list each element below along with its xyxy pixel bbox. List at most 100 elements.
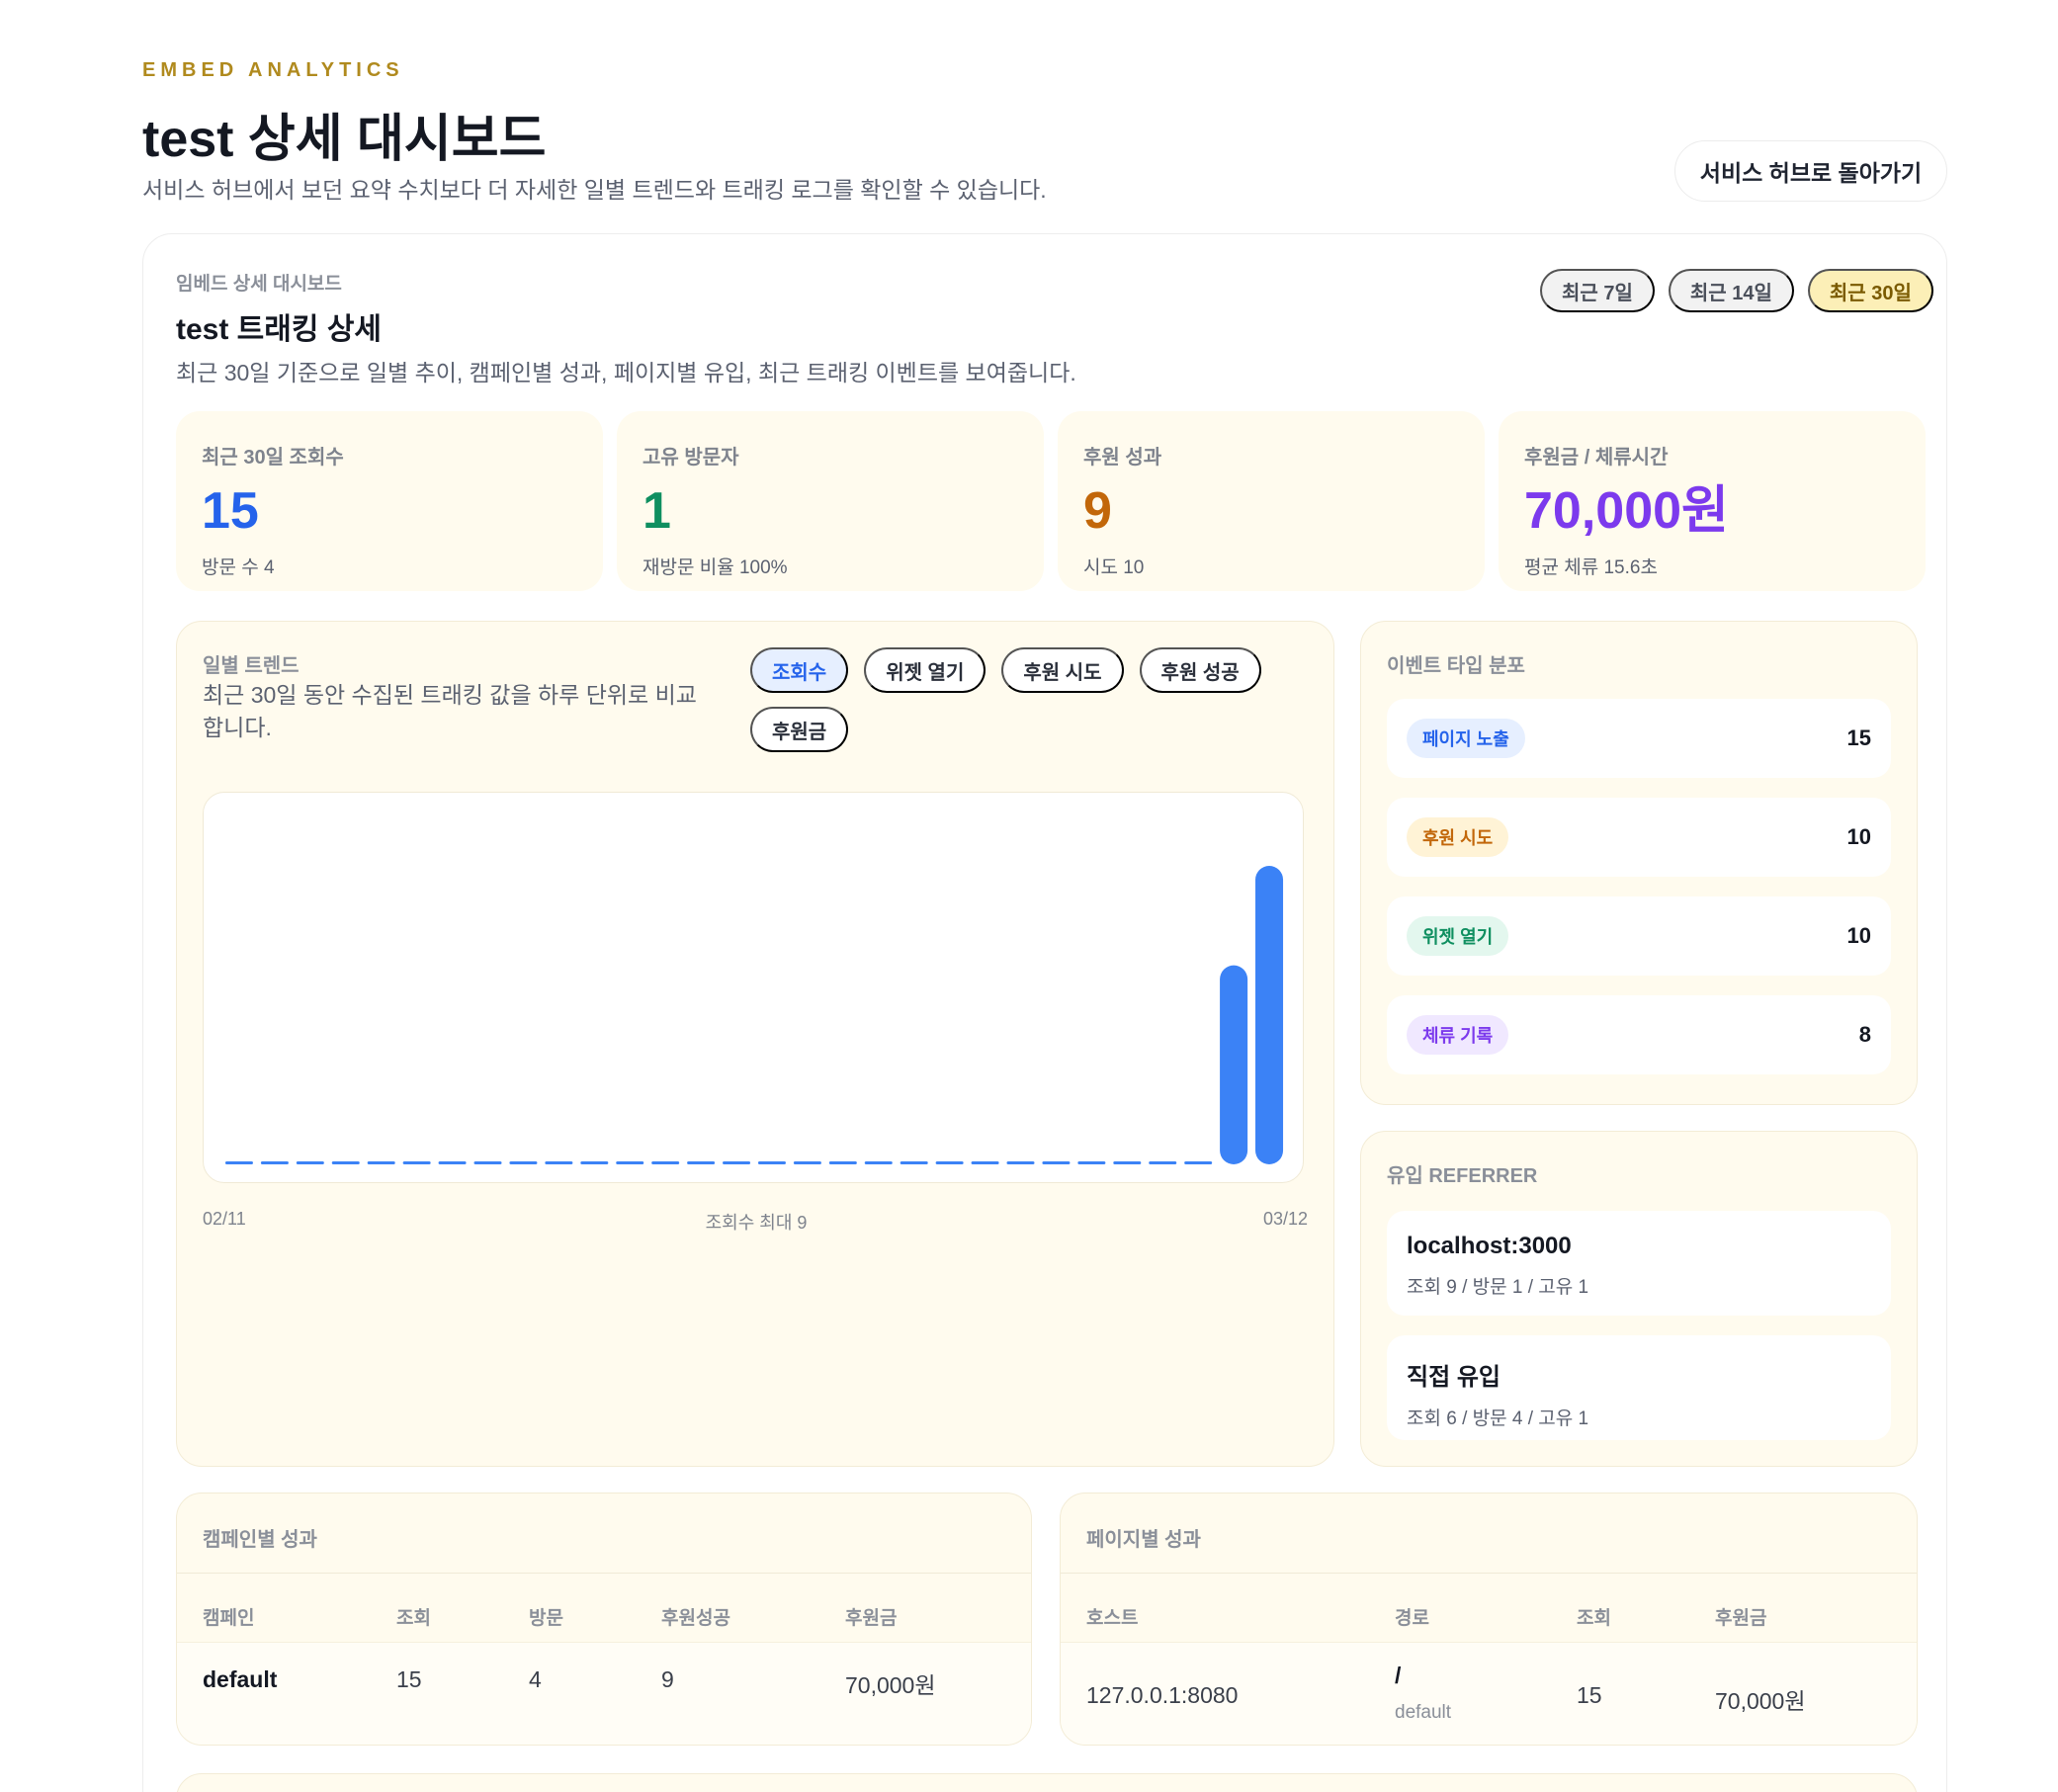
chart-bar-02-23[interactable] xyxy=(651,1161,680,1164)
section-title: test 트래킹 상세 xyxy=(176,313,383,346)
column-header: 경로 xyxy=(1395,1608,1429,1629)
column-header: 후원성공 xyxy=(661,1608,730,1629)
event-row-donation-attempt: 후원 시도 10 xyxy=(1387,798,1891,877)
event-count: 10 xyxy=(1846,824,1871,849)
campaign-table-header: 캠페인 조회 방문 후원성공 후원금 xyxy=(177,1573,1031,1642)
column-header: 캠페인 xyxy=(203,1608,255,1629)
event-count: 8 xyxy=(1858,1022,1871,1047)
metric-chip-donation-amount[interactable]: 후원금 xyxy=(750,707,849,752)
section-eyebrow: 임베드 상세 대시보드 xyxy=(176,274,342,295)
chart-bar-02-19[interactable] xyxy=(509,1161,538,1164)
chart-bar-02-18[interactable] xyxy=(473,1161,502,1164)
kpi-value: 70,000원 xyxy=(1524,482,1729,540)
range-tab-7d[interactable]: 최근 7일 xyxy=(1540,269,1655,312)
app-eyebrow: EMBED ANALYTICS xyxy=(142,59,404,81)
kpi-sub: 방문 수 4 xyxy=(202,557,275,578)
chart-bar-02-12[interactable] xyxy=(260,1161,289,1164)
range-tab-30d[interactable]: 최근 30일 xyxy=(1807,269,1933,312)
chart-bar-02-20[interactable] xyxy=(545,1161,573,1164)
recent-events-panel xyxy=(176,1773,1918,1792)
event-count: 10 xyxy=(1846,923,1871,948)
trend-description: 최근 30일 동안 수집된 트래킹 값을 하루 단위로 비교합니다. xyxy=(203,682,697,740)
referrer-row: localhost:3000 조회 9 / 방문 1 / 고유 1 xyxy=(1387,1211,1891,1316)
range-tab-14d[interactable]: 최근 14일 xyxy=(1668,269,1794,312)
table-row: 127.0.0.1:8080 / default 15 70,000원 xyxy=(1061,1642,1917,1745)
chart-bar-03-11[interactable] xyxy=(1220,965,1248,1164)
kpi-label: 고유 방문자 xyxy=(643,447,739,469)
chart-bar-03-07[interactable] xyxy=(1077,1161,1106,1164)
chart-bar-02-17[interactable] xyxy=(438,1161,467,1164)
kpi-donation-success: 후원 성과 9 시도 10 xyxy=(1058,411,1485,591)
kpi-unique-visitors: 고유 방문자 1 재방문 비율 100% xyxy=(617,411,1044,591)
metric-chip-donation-success[interactable]: 후원 성공 xyxy=(1139,647,1261,693)
kpi-sub: 평균 체류 15.6초 xyxy=(1524,557,1658,578)
column-header: 호스트 xyxy=(1086,1608,1139,1629)
chart-bar-02-24[interactable] xyxy=(687,1161,716,1164)
section-subtitle: 최근 30일 기준으로 일별 추이, 캠페인별 성과, 페이지별 유입, 최근 … xyxy=(176,360,1076,385)
chart-bar-02-28[interactable] xyxy=(828,1161,857,1164)
donation-amount-cell: 70,000원 xyxy=(1715,1688,1806,1714)
kpi-sub: 재방문 비율 100% xyxy=(643,557,788,578)
metric-chip-donation-attempt[interactable]: 후원 시도 xyxy=(1001,647,1124,693)
trend-label: 일별 트렌드 xyxy=(203,655,300,677)
event-type-label: 이벤트 타입 분포 xyxy=(1387,655,1525,677)
kpi-label: 최근 30일 조회수 xyxy=(202,447,344,469)
referrer-stats: 조회 9 / 방문 1 / 고유 1 xyxy=(1407,1277,1589,1298)
chart-bar-02-16[interactable] xyxy=(402,1161,431,1164)
chart-bar-03-12[interactable] xyxy=(1255,866,1284,1164)
event-type-badge: 페이지 노출 xyxy=(1407,719,1525,758)
back-to-hub-button[interactable]: 서비스 허브로 돌아가기 xyxy=(1674,140,1947,202)
host-cell: 127.0.0.1:8080 xyxy=(1086,1682,1239,1708)
referrer-row: 직접 유입 조회 6 / 방문 4 / 고유 1 xyxy=(1387,1335,1891,1440)
trend-chart xyxy=(203,792,1304,1183)
chart-bar-02-22[interactable] xyxy=(616,1161,644,1164)
path-cell: / xyxy=(1395,1663,1402,1688)
kpi-value: 1 xyxy=(643,482,671,540)
chart-bar-03-09[interactable] xyxy=(1149,1161,1177,1164)
chart-bar-02-15[interactable] xyxy=(367,1161,395,1164)
campaign-performance-panel: 캠페인별 성과 캠페인 조회 방문 후원성공 후원금 default 15 4 … xyxy=(176,1493,1032,1746)
column-header: 방문 xyxy=(529,1608,563,1629)
event-type-badge: 체류 기록 xyxy=(1407,1015,1509,1055)
page-table-title: 페이지별 성과 xyxy=(1086,1529,1201,1551)
column-header: 후원금 xyxy=(845,1608,898,1629)
referrer-label: 유입 REFERRER xyxy=(1387,1165,1538,1187)
chart-bar-03-02[interactable] xyxy=(900,1161,928,1164)
chart-bar-03-04[interactable] xyxy=(971,1161,999,1164)
path-campaign-cell: default xyxy=(1395,1702,1452,1723)
referrer-stats: 조회 6 / 방문 4 / 고유 1 xyxy=(1407,1408,1589,1429)
range-tabs: 최근 7일 최근 14일 최근 30일 xyxy=(1540,269,1933,312)
chart-bar-02-27[interactable] xyxy=(793,1161,821,1164)
chart-bar-03-03[interactable] xyxy=(935,1161,964,1164)
chart-bar-02-26[interactable] xyxy=(757,1161,786,1164)
event-row-page-view: 페이지 노출 15 xyxy=(1387,699,1891,778)
metric-chips: 조회수 위젯 열기 후원 시도 후원 성공 후원금 xyxy=(750,647,1264,752)
metric-chip-widget-open[interactable]: 위젯 열기 xyxy=(864,647,986,693)
chart-bar-03-08[interactable] xyxy=(1113,1161,1142,1164)
chart-bar-03-01[interactable] xyxy=(864,1161,893,1164)
event-type-badge: 위젯 열기 xyxy=(1407,916,1509,956)
event-row-dwell-time: 체류 기록 8 xyxy=(1387,995,1891,1074)
campaign-name-cell: default xyxy=(203,1666,278,1692)
kpi-donation-amount: 후원금 / 체류시간 70,000원 평균 체류 15.6초 xyxy=(1499,411,1926,591)
chart-bar-02-14[interactable] xyxy=(331,1161,360,1164)
metric-chip-views[interactable]: 조회수 xyxy=(750,647,849,693)
kpi-label: 후원 성과 xyxy=(1083,447,1162,469)
chart-bar-03-05[interactable] xyxy=(1006,1161,1035,1164)
visits-cell: 4 xyxy=(529,1666,542,1692)
chart-caption: 조회수 최대 9 xyxy=(705,1213,808,1233)
referrer-panel: 유입 REFERRER localhost:3000 조회 9 / 방문 1 /… xyxy=(1360,1131,1918,1467)
chart-bar-02-13[interactable] xyxy=(296,1161,324,1164)
chart-bar-02-21[interactable] xyxy=(580,1161,609,1164)
chart-bar-02-25[interactable] xyxy=(723,1161,751,1164)
event-type-badge: 후원 시도 xyxy=(1407,817,1509,857)
trend-chart-svg xyxy=(224,866,1284,1164)
page-performance-panel: 페이지별 성과 호스트 경로 조회 후원금 127.0.0.1:8080 / d… xyxy=(1060,1493,1918,1746)
kpi-views: 최근 30일 조회수 15 방문 수 4 xyxy=(176,411,603,591)
chart-bar-03-10[interactable] xyxy=(1184,1161,1213,1164)
referrer-name: 직접 유입 xyxy=(1407,1364,1501,1391)
column-header: 후원금 xyxy=(1715,1608,1767,1629)
chart-bar-02-11[interactable] xyxy=(224,1161,253,1164)
kpi-value: 15 xyxy=(202,482,259,540)
chart-bar-03-06[interactable] xyxy=(1042,1161,1071,1164)
